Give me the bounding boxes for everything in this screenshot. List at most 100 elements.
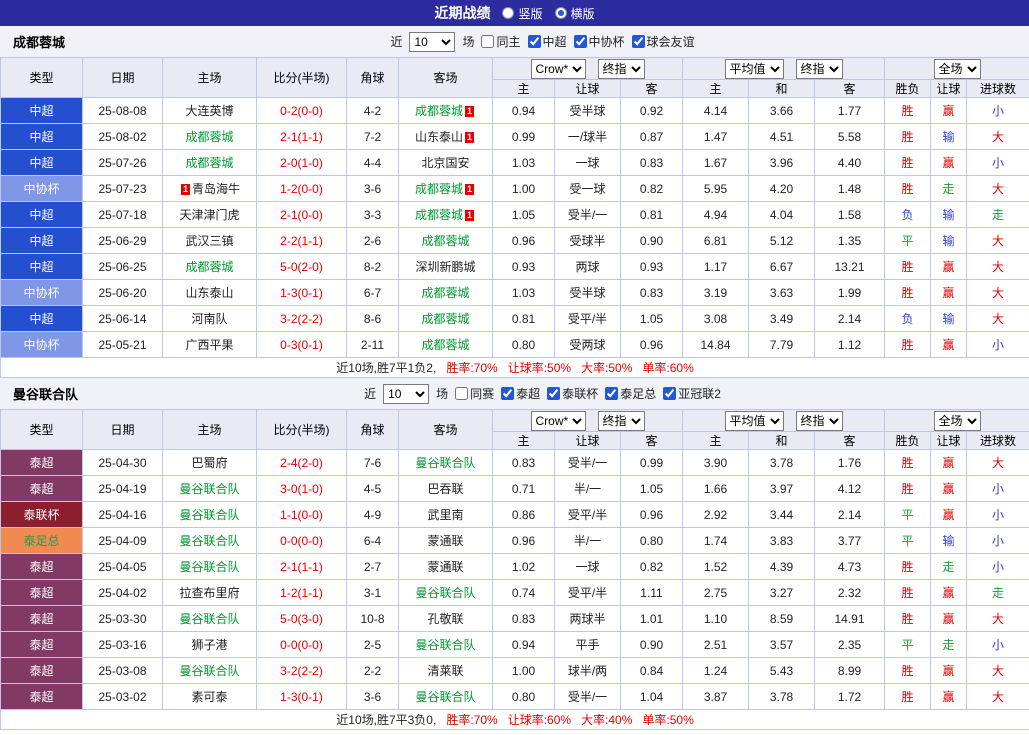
away-team-cell: 成都蓉城	[399, 332, 493, 358]
home-team-name[interactable]: 曼谷联合队	[179, 482, 239, 496]
filter-check[interactable]: 亚冠联2	[663, 385, 721, 402]
result-outcome: 胜	[885, 124, 931, 150]
avg-away: 8.99	[815, 658, 885, 684]
away-team-cell: 蒙通联	[399, 554, 493, 580]
away-team-name[interactable]: 曼谷联合队	[415, 690, 475, 704]
filter-checkbox[interactable]	[663, 387, 676, 400]
home-team-name[interactable]: 巴蜀府	[191, 456, 227, 470]
away-team-name[interactable]: 深圳新鹏城	[415, 260, 475, 274]
corner-score: 6-7	[347, 280, 399, 306]
home-team-name[interactable]: 大连英博	[185, 104, 233, 118]
final-odds-select[interactable]: 终指	[796, 59, 843, 79]
away-team-name[interactable]: 曼谷联合队	[415, 638, 475, 652]
match-count-select[interactable]: 10	[383, 384, 429, 404]
layout-option-horizontal[interactable]: 横版	[555, 5, 595, 22]
home-team-name[interactable]: 曼谷联合队	[179, 664, 239, 678]
odds-handicap: 平手	[555, 632, 621, 658]
odds-home: 1.03	[493, 280, 555, 306]
bookmaker-select[interactable]: Crow*	[531, 411, 586, 431]
home-team-name[interactable]: 拉查布里府	[179, 586, 239, 600]
away-team-name[interactable]: 成都蓉城	[421, 312, 469, 326]
filter-checkbox[interactable]	[574, 35, 587, 48]
filter-check[interactable]: 中协杯	[574, 33, 625, 50]
away-team-name[interactable]: 成都蓉城	[421, 338, 469, 352]
home-team-name[interactable]: 山东泰山	[185, 286, 233, 300]
home-team-name[interactable]: 曼谷联合队	[179, 534, 239, 548]
away-team-cell: 孔敬联	[399, 606, 493, 632]
final-odds-select[interactable]: 终指	[598, 59, 645, 79]
home-team-name[interactable]: 成都蓉城	[185, 156, 233, 170]
score: 3-2(2-2)	[257, 658, 347, 684]
match-row: 泰超25-04-30巴蜀府2-4(2-0)7-6曼谷联合队0.83受半/一0.9…	[1, 450, 1029, 476]
away-team-name[interactable]: 北京国安	[421, 156, 469, 170]
filter-checkbox[interactable]	[528, 35, 541, 48]
scope-select[interactable]: 全场	[934, 59, 981, 79]
home-team-name[interactable]: 曼谷联合队	[179, 560, 239, 574]
filter-checkbox[interactable]	[481, 35, 494, 48]
home-team-name[interactable]: 狮子港	[191, 638, 227, 652]
filter-check[interactable]: 泰超	[501, 385, 540, 402]
avg-draw: 6.67	[749, 254, 815, 280]
home-team-name[interactable]: 成都蓉城	[185, 260, 233, 274]
average-select[interactable]: 平均值	[725, 59, 784, 79]
home-team-name[interactable]: 曼谷联合队	[179, 508, 239, 522]
away-team-name[interactable]: 蒙通联	[427, 560, 463, 574]
odds-away: 0.82	[621, 554, 683, 580]
filter-check[interactable]: 中超	[528, 33, 567, 50]
filter-checkbox[interactable]	[547, 387, 560, 400]
home-team-name[interactable]: 素可泰	[191, 690, 227, 704]
away-team-name[interactable]: 成都蓉城	[421, 234, 469, 248]
away-team-name[interactable]: 山东泰山	[415, 130, 463, 144]
away-team-name[interactable]: 孔敬联	[427, 612, 463, 626]
away-team-name[interactable]: 蒙通联	[427, 534, 463, 548]
filter-check[interactable]: 同赛	[455, 385, 494, 402]
away-team-cell: 武里南	[399, 502, 493, 528]
away-team-name[interactable]: 巴吞联	[427, 482, 463, 496]
avg-draw: 5.43	[749, 658, 815, 684]
away-team-name[interactable]: 曼谷联合队	[415, 456, 475, 470]
scope-select[interactable]: 全场	[934, 411, 981, 431]
result-goals: 走	[967, 580, 1029, 606]
odds-home: 0.83	[493, 606, 555, 632]
away-team-name[interactable]: 曼谷联合队	[415, 586, 475, 600]
filter-check[interactable]: 泰联杯	[547, 385, 598, 402]
filter-check[interactable]: 同主	[481, 33, 520, 50]
filter-check[interactable]: 球会友谊	[632, 33, 695, 50]
corner-score: 3-6	[347, 176, 399, 202]
result-goals: 小	[967, 150, 1029, 176]
away-team-name[interactable]: 武里南	[427, 508, 463, 522]
final-odds-select[interactable]: 终指	[796, 411, 843, 431]
away-team-name[interactable]: 成都蓉城	[415, 208, 463, 222]
home-team-name[interactable]: 河南队	[191, 312, 227, 326]
col-header: 客场	[399, 58, 493, 98]
score: 1-3(0-1)	[257, 684, 347, 710]
filter-checkbox[interactable]	[632, 35, 645, 48]
score: 1-3(0-1)	[257, 280, 347, 306]
match-date: 25-04-16	[83, 502, 163, 528]
away-team-name[interactable]: 成都蓉城	[415, 104, 463, 118]
result-outcome: 胜	[885, 606, 931, 632]
home-team-name[interactable]: 青岛海牛	[192, 182, 240, 196]
col-header: 主场	[163, 410, 257, 450]
home-team-name[interactable]: 曼谷联合队	[179, 612, 239, 626]
away-team-name[interactable]: 成都蓉城	[415, 182, 463, 196]
bookmaker-select[interactable]: Crow*	[531, 59, 586, 79]
home-team-name[interactable]: 广西平果	[185, 338, 233, 352]
filter-check[interactable]: 泰足总	[605, 385, 656, 402]
odds-group-average: 平均值终指	[683, 58, 885, 80]
away-team-cell: 曼谷联合队	[399, 580, 493, 606]
filter-checkbox[interactable]	[455, 387, 468, 400]
layout-option-vertical[interactable]: 竖版	[502, 5, 542, 22]
home-team-name[interactable]: 天津津门虎	[179, 208, 239, 222]
filter-checkbox[interactable]	[501, 387, 514, 400]
average-select[interactable]: 平均值	[725, 411, 784, 431]
home-team-name[interactable]: 成都蓉城	[185, 130, 233, 144]
filter-checkbox[interactable]	[605, 387, 618, 400]
away-team-name[interactable]: 清莱联	[427, 664, 463, 678]
avg-home: 3.90	[683, 450, 749, 476]
match-row: 泰足总25-04-09曼谷联合队0-0(0-0)6-4蒙通联0.96半/一0.8…	[1, 528, 1029, 554]
home-team-name[interactable]: 武汉三镇	[185, 234, 233, 248]
match-count-select[interactable]: 10	[409, 32, 455, 52]
final-odds-select[interactable]: 终指	[598, 411, 645, 431]
away-team-name[interactable]: 成都蓉城	[421, 286, 469, 300]
